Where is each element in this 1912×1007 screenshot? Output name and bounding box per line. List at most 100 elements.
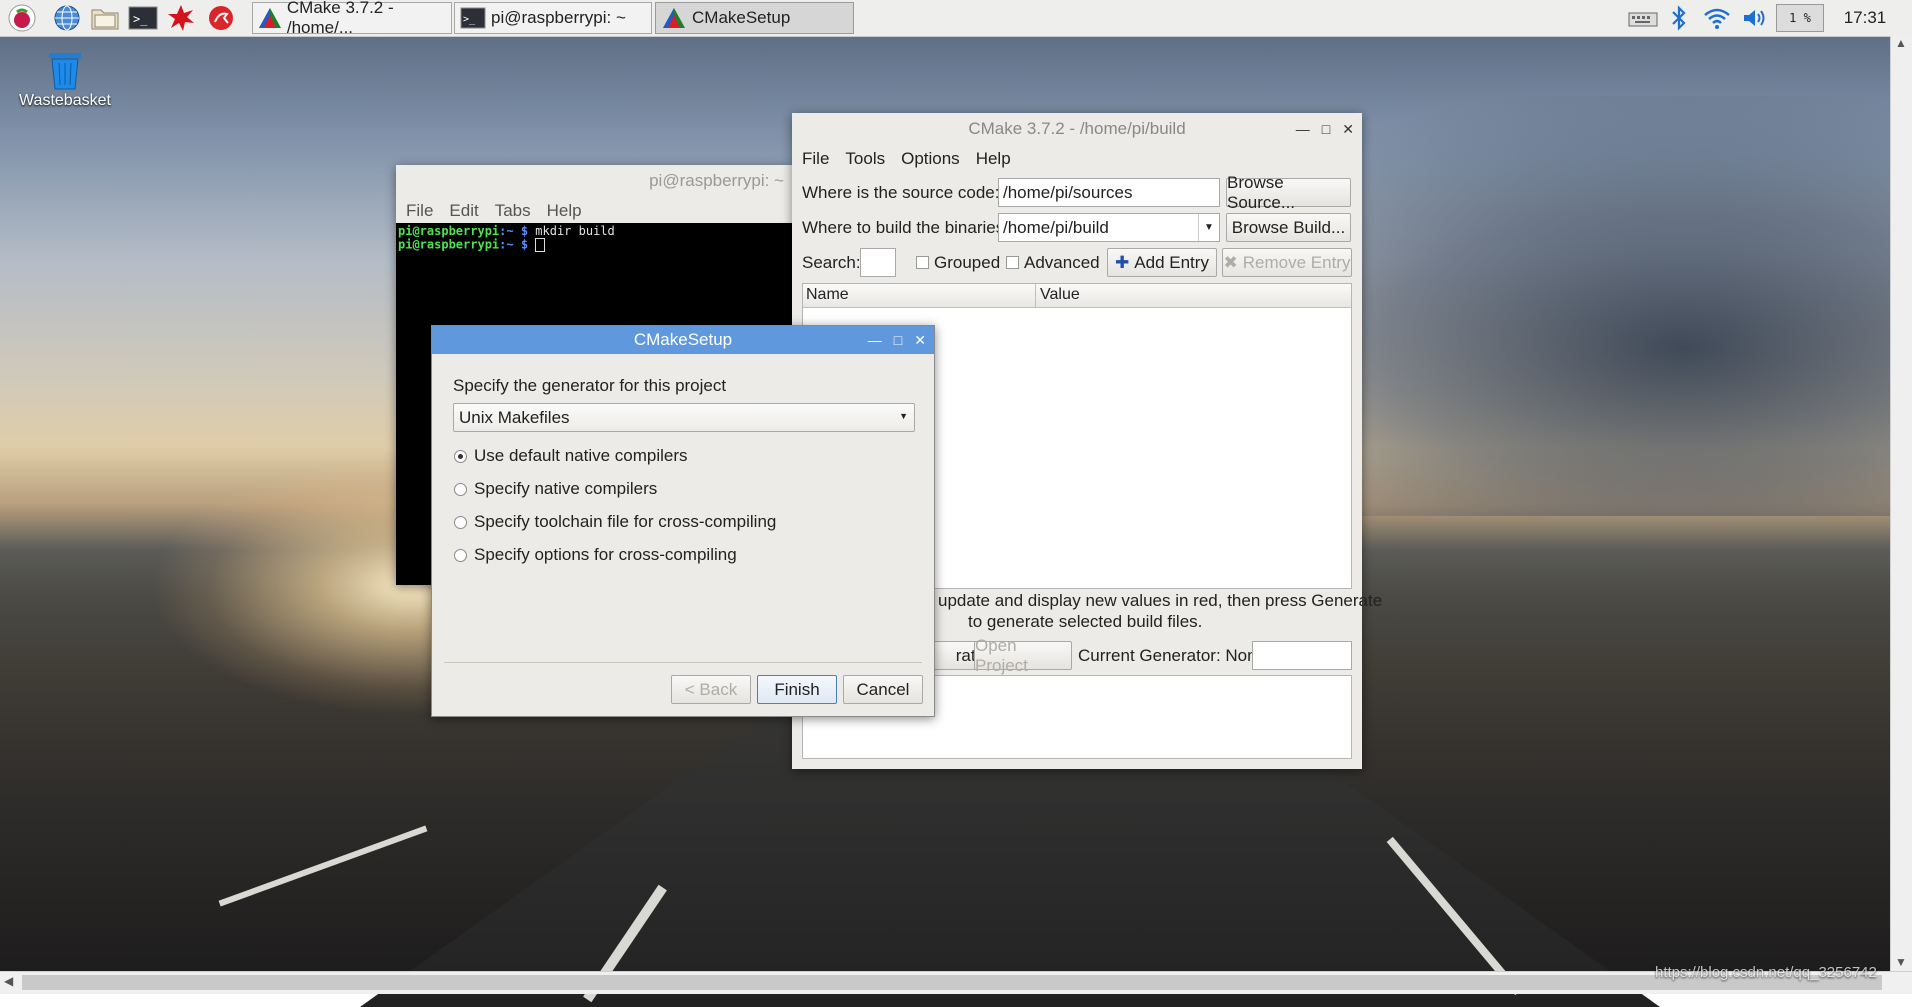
close-icon[interactable]: ✕	[914, 332, 926, 349]
wifi-icon[interactable]	[1700, 4, 1734, 32]
finish-button[interactable]: Finish	[757, 675, 837, 704]
watermark: https://blog.csdn.net/qq_3256742	[1655, 964, 1877, 981]
advanced-checkbox[interactable]	[1006, 256, 1019, 269]
dialog-titlebar[interactable]: CMakeSetup — □ ✕	[432, 326, 934, 354]
file-manager-icon[interactable]	[90, 3, 120, 33]
back-button[interactable]: < Back	[671, 675, 751, 704]
scroll-thumb[interactable]	[22, 975, 1882, 990]
grouped-label: Grouped	[934, 253, 1001, 272]
close-icon[interactable]: ✕	[1342, 121, 1354, 138]
source-input[interactable]: /home/pi/sources	[998, 178, 1220, 207]
cancel-button[interactable]: Cancel	[843, 675, 923, 704]
radio-native-compilers[interactable]	[454, 483, 467, 496]
terminal-line: pi@raspberrypi:~ $ mkdir build	[398, 225, 790, 238]
option-label: Use default native compilers	[474, 446, 688, 465]
cmake-titlebar[interactable]: CMake 3.7.2 - /home/pi/build — □ ✕	[792, 113, 1362, 145]
scroll-left-icon[interactable]: ◀	[4, 974, 13, 988]
terminal-command	[528, 238, 535, 252]
taskbar-item-label: pi@raspberrypi: ~	[491, 8, 626, 27]
browse-source-button[interactable]: Browse Source...	[1226, 173, 1351, 212]
wolfram-icon[interactable]	[206, 3, 236, 33]
current-generator-label: Current Generator: None	[1078, 646, 1267, 665]
menu-file[interactable]: File	[802, 149, 829, 169]
mathematica-icon[interactable]	[166, 3, 196, 33]
taskbar-item-terminal[interactable]: >_ pi@raspberrypi: ~	[454, 2, 652, 34]
info-line-1: update and display new values in red, th…	[938, 591, 1383, 610]
horizontal-scrollbar[interactable]: ◀	[0, 971, 1912, 994]
menu-options[interactable]: Options	[901, 149, 960, 169]
web-browser-icon[interactable]	[52, 3, 82, 33]
option-label: Specify toolchain file for cross-compili…	[474, 512, 777, 531]
bluetooth-icon[interactable]	[1664, 4, 1694, 32]
source-label: Where is the source code:	[802, 183, 1000, 202]
wastebasket[interactable]: Wastebasket	[10, 48, 120, 110]
terminal-icon: >_	[459, 5, 487, 31]
wastebasket-label: Wastebasket	[19, 92, 111, 109]
clock-time: 17:31	[1843, 8, 1887, 27]
road-line	[218, 825, 428, 907]
dialog-title: CMakeSetup	[633, 330, 733, 349]
maximize-icon[interactable]: □	[1322, 121, 1330, 137]
build-label: Where to build the binaries:	[802, 218, 1009, 237]
column-header-value[interactable]: Value	[1040, 286, 1080, 304]
top-panel: >_ CMake 3.7.2 - /home/... >_ pi@raspber…	[0, 0, 1912, 37]
terminal-user: pi@raspberrypi	[398, 237, 500, 252]
menu-help[interactable]: Help	[547, 201, 582, 221]
radio-cross-options[interactable]	[454, 549, 467, 562]
chevron-down-icon[interactable]: ▼	[1198, 214, 1219, 241]
minimize-icon[interactable]: —	[868, 332, 882, 348]
table-header: Name Value	[803, 284, 1351, 308]
column-header-name[interactable]: Name	[806, 286, 849, 304]
menu-file[interactable]: File	[406, 201, 433, 221]
terminal-path: :~ $	[499, 237, 529, 252]
browse-build-button[interactable]: Browse Build...	[1226, 213, 1351, 242]
minimize-icon[interactable]: —	[1296, 121, 1310, 137]
build-combobox[interactable]: /home/pi/build ▼	[998, 213, 1220, 242]
terminal-path: :~ $	[499, 224, 529, 238]
menu-edit[interactable]: Edit	[449, 201, 478, 221]
open-project-button[interactable]: Open Project	[974, 636, 1072, 675]
scroll-down-icon[interactable]: ▼	[1895, 955, 1907, 969]
info-line-2: to generate selected build files.	[968, 612, 1203, 631]
remove-entry-label: Remove Entry	[1242, 252, 1351, 272]
search-input[interactable]	[860, 248, 896, 277]
taskbar-item-cmakesetup[interactable]: CMakeSetup	[655, 2, 854, 34]
maximize-icon[interactable]: □	[894, 332, 902, 348]
cpu-usage-monitor[interactable]: 1 %	[1776, 4, 1824, 32]
raspberry-menu-icon[interactable]	[7, 3, 37, 33]
volume-icon[interactable]	[1738, 4, 1772, 32]
taskbar-item-label: CMake 3.7.2 - /home/...	[286, 0, 394, 37]
terminal-titlebar[interactable]: pi@raspberrypi: ~	[396, 165, 792, 197]
generator-prompt: Specify the generator for this project	[453, 376, 727, 395]
option-label: Specify native compilers	[474, 479, 658, 498]
clock[interactable]: 17:31	[1832, 4, 1898, 32]
add-entry-button[interactable]: ✚ Add Entry	[1107, 248, 1217, 277]
vertical-scrollbar[interactable]: ▲ ▼	[1890, 36, 1912, 971]
grouped-checkbox[interactable]	[916, 256, 929, 269]
generator-select[interactable]: Unix Makefiles ▼	[453, 403, 915, 432]
svg-text:>_: >_	[133, 12, 148, 26]
terminal-command: mkdir build	[528, 224, 615, 238]
cmake-icon	[660, 5, 688, 31]
remove-entry-button[interactable]: ✖ Remove Entry	[1222, 248, 1352, 277]
terminal-line: pi@raspberrypi:~ $	[398, 238, 790, 252]
taskbar-item-cmake[interactable]: CMake 3.7.2 - /home/...	[252, 0, 452, 37]
keyboard-icon[interactable]	[1626, 4, 1660, 32]
generator-value: Unix Makefiles	[459, 407, 570, 427]
svg-text:>_: >_	[463, 14, 476, 25]
radio-default-compilers[interactable]	[454, 450, 467, 463]
cmakesetup-dialog[interactable]: CMakeSetup — □ ✕ Specify the generator f…	[431, 325, 935, 717]
cmake-icon	[257, 5, 283, 31]
terminal-icon[interactable]: >_	[128, 3, 158, 33]
divider	[444, 662, 922, 663]
menu-help[interactable]: Help	[976, 149, 1011, 169]
option-label: Specify options for cross-compiling	[474, 545, 737, 564]
menu-tools[interactable]: Tools	[845, 149, 885, 169]
cpu-usage-label: 1 %	[1789, 11, 1811, 25]
column-divider	[1035, 284, 1036, 307]
menu-tabs[interactable]: Tabs	[495, 201, 531, 221]
radio-toolchain-file[interactable]	[454, 516, 467, 529]
scroll-up-icon[interactable]: ▲	[1895, 36, 1907, 50]
trash-icon	[43, 48, 87, 92]
build-value: /home/pi/build	[1003, 217, 1109, 237]
